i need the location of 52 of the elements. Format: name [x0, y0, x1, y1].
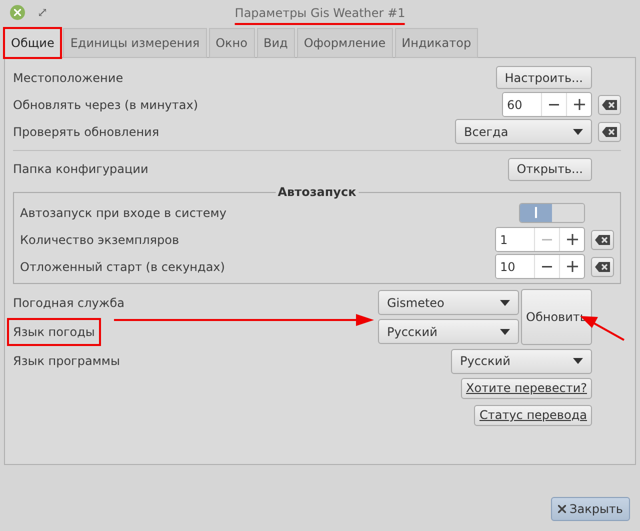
window-title: Параметры Gis Weather #1	[234, 4, 406, 25]
minus-icon	[549, 104, 559, 106]
dropdown[interactable]: Gismeteo	[378, 290, 519, 315]
setting-label: Местоположение	[13, 70, 124, 86]
caret-icon	[573, 128, 583, 134]
backspace-icon	[595, 262, 610, 272]
tab[interactable]: Единицы измерения	[63, 28, 207, 58]
spin-box[interactable]: 1	[495, 227, 585, 252]
clear-button[interactable]	[598, 94, 621, 114]
caret-icon	[500, 300, 510, 306]
setting-label: Количество экземпляров	[20, 232, 180, 248]
setting-label: Погодная служба	[13, 294, 124, 312]
setting-label: Язык программы	[13, 353, 120, 370]
setting-label: Язык погоды	[13, 324, 95, 340]
refresh-button[interactable]: Обновить	[521, 289, 592, 345]
close-dialog-button[interactable]: Закрыть	[550, 497, 630, 521]
open-button[interactable]: Открыть...	[508, 158, 592, 180]
setting-label: Автозапуск при входе в систему	[20, 204, 226, 222]
tab[interactable]: Индикатор	[394, 28, 478, 58]
link-button[interactable]: Хотите перевести?	[461, 378, 592, 399]
backspace-icon	[602, 126, 617, 136]
clear-button[interactable]	[598, 122, 621, 142]
setting-label: Папка конфигурации	[13, 161, 148, 178]
plus-icon	[566, 234, 578, 245]
plus-icon	[566, 261, 578, 272]
tab[interactable]: Общие	[4, 28, 62, 58]
setting-label: Отложенный старт (в секундах)	[20, 258, 225, 276]
dropdown[interactable]: Русский	[451, 348, 592, 374]
plus-icon	[574, 99, 584, 110]
minus-icon	[542, 238, 552, 240]
configure-button[interactable]: Настроить...	[496, 66, 592, 89]
setting-label: Обновлять через (в минутах)	[13, 96, 198, 114]
close-icon	[14, 9, 21, 16]
clear-button[interactable]	[591, 256, 614, 276]
close-icon	[558, 505, 566, 513]
minus-icon	[542, 266, 552, 268]
spin-box[interactable]: 10	[495, 254, 585, 279]
dropdown[interactable]: Всегда	[455, 119, 592, 144]
restore-icon[interactable]	[39, 9, 46, 16]
caret-icon	[573, 358, 583, 364]
toggle-switch[interactable]	[519, 202, 585, 222]
backspace-icon	[602, 100, 617, 110]
spin-box[interactable]: 60	[502, 92, 592, 117]
backspace-icon	[595, 234, 610, 244]
clear-button[interactable]	[591, 230, 614, 250]
tab[interactable]: Вид	[256, 28, 295, 58]
caret-icon	[500, 328, 510, 334]
tab[interactable]: Окно	[208, 28, 254, 58]
tab[interactable]: Оформление	[296, 28, 393, 58]
link-button[interactable]: Статус перевода	[474, 405, 592, 426]
dropdown[interactable]: Русский	[378, 319, 519, 344]
setting-label: Проверять обновления	[13, 124, 160, 140]
